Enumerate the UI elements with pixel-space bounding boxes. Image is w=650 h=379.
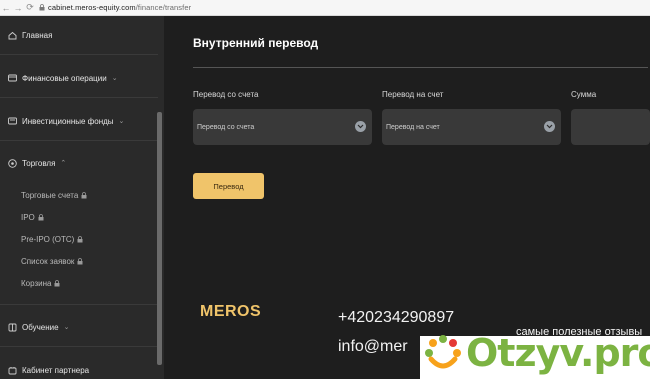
sidebar-item-label: Финансовые операции — [22, 73, 107, 83]
from-account-select[interactable]: Перевод со счета — [193, 109, 372, 145]
browser-address-bar: ← → ⟳ cabinet.meros-equity.com/finance/t… — [0, 0, 650, 16]
partner-icon — [7, 365, 17, 375]
sidebar-divider — [0, 346, 158, 347]
subitem-label: Торговые счета — [21, 191, 79, 200]
amount-input[interactable] — [571, 109, 650, 145]
sidebar-item-partner[interactable]: Кабинет партнера — [7, 365, 89, 375]
to-account-label: Перевод на счет — [382, 90, 444, 99]
url-domain: cabinet.meros-equity.com — [48, 3, 136, 12]
chevron-up-icon: ⌃ — [60, 160, 67, 167]
url-field[interactable]: cabinet.meros-equity.com/finance/transfe… — [48, 3, 191, 12]
sidebar-divider — [0, 304, 158, 305]
lock-icon — [36, 1, 48, 15]
fund-icon — [7, 116, 17, 126]
sidebar-subitem-cart[interactable]: Корзина — [21, 279, 60, 288]
chevron-down-icon — [544, 121, 555, 132]
lock-icon — [38, 214, 44, 221]
lock-icon — [81, 192, 87, 199]
footer-email[interactable]: info@mer — [338, 338, 408, 356]
sidebar-item-home[interactable]: Главная — [7, 30, 52, 40]
book-icon — [7, 322, 17, 332]
subitem-label: Корзина — [21, 279, 52, 288]
lock-icon — [77, 258, 83, 265]
subitem-label: Pre-IPO (OTC) — [21, 235, 75, 244]
to-account-select[interactable]: Перевод на счет — [382, 109, 561, 145]
sidebar-item-label: Главная — [22, 30, 53, 40]
watermark-logo-icon — [425, 335, 461, 369]
reload-icon[interactable]: ⟳ — [24, 1, 36, 15]
transfer-button[interactable]: Перевод — [193, 173, 264, 199]
sidebar-scrollbar[interactable] — [157, 112, 162, 365]
sidebar-item-finance[interactable]: Финансовые операции ⌄ — [7, 73, 118, 83]
sidebar-item-label: Инвестиционные фонды — [22, 116, 114, 126]
page-title: Внутренний перевод — [193, 36, 319, 50]
app-root: ← → ⟳ cabinet.meros-equity.com/finance/t… — [0, 0, 650, 379]
chevron-down-icon — [355, 121, 366, 132]
chevron-down-icon: ⌄ — [118, 118, 125, 125]
arrow-left-icon[interactable]: ← — [0, 1, 12, 15]
from-account-placeholder: Перевод со счета — [197, 123, 255, 131]
chevron-down-icon: ⌄ — [111, 75, 118, 82]
sidebar-divider — [0, 140, 158, 141]
url-path: /finance/transfer — [135, 3, 192, 12]
sidebar-item-label: Обучение — [22, 322, 59, 332]
sidebar-subitem-trading-accounts[interactable]: Торговые счета — [21, 191, 87, 200]
sidebar-subitem-orders[interactable]: Список заявок — [21, 257, 83, 266]
from-account-label: Перевод со счета — [193, 90, 259, 99]
subitem-label: Список заявок — [21, 257, 75, 266]
sidebar-divider — [0, 54, 158, 55]
chevron-down-icon: ⌄ — [63, 324, 70, 331]
sidebar-subitem-ipo[interactable]: IPO — [21, 213, 44, 222]
sidebar-subitem-pre-ipo[interactable]: Pre-IPO (OTC) — [21, 235, 83, 244]
to-account-placeholder: Перевод на счет — [386, 123, 440, 131]
wallet-icon — [7, 73, 17, 83]
sidebar-divider — [0, 97, 158, 98]
subitem-label: IPO — [21, 213, 35, 222]
sidebar-item-label: Кабинет партнера — [22, 365, 90, 375]
lock-icon — [77, 236, 83, 243]
sidebar-item-trading[interactable]: Торговля ⌃ — [7, 158, 66, 168]
sidebar-item-label: Торговля — [22, 158, 56, 168]
lock-icon — [54, 280, 60, 287]
home-icon — [7, 30, 17, 40]
footer-logo: MEROS — [200, 303, 262, 320]
footer-phone[interactable]: +420234290897 — [338, 309, 454, 327]
arrow-right-icon[interactable]: → — [12, 1, 24, 15]
amount-label: Сумма — [571, 90, 597, 99]
sidebar-item-funds[interactable]: Инвестиционные фонды ⌄ — [7, 116, 124, 126]
sidebar: Главная Финансовые операции ⌄ Инвестицио… — [0, 16, 164, 379]
sidebar-item-learning[interactable]: Обучение ⌄ — [7, 322, 69, 332]
watermark-brand: Otzyv.pro — [466, 331, 650, 375]
trade-icon — [7, 158, 17, 168]
title-divider — [193, 67, 648, 68]
